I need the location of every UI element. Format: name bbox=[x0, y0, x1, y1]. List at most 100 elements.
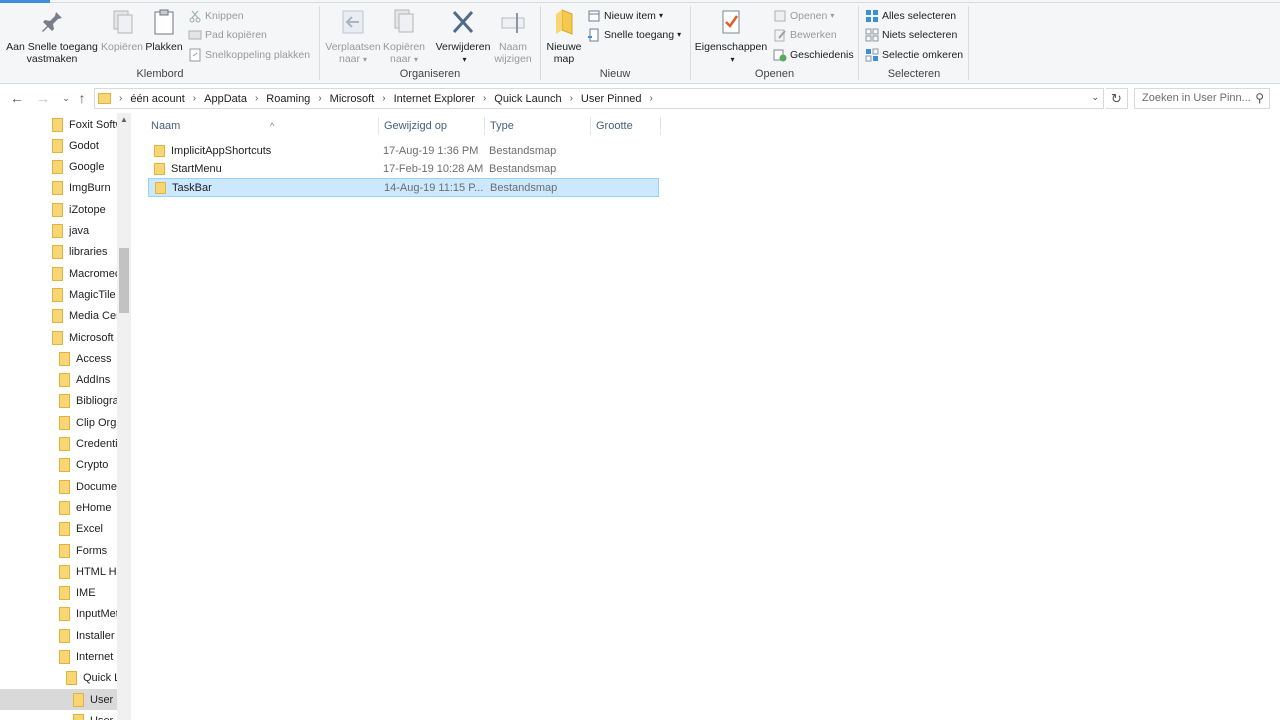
folder-icon bbox=[98, 93, 111, 104]
chevron-right-icon[interactable]: › bbox=[483, 93, 486, 104]
chevron-right-icon[interactable]: › bbox=[649, 93, 652, 104]
edit-button[interactable]: Bewerken bbox=[773, 26, 837, 44]
breadcrumb-item[interactable]: User Pinned bbox=[581, 93, 642, 105]
file-modified: 17-Aug-19 1:36 PM bbox=[383, 144, 479, 157]
folder-icon bbox=[52, 330, 63, 345]
breadcrumb-item[interactable]: Microsoft bbox=[330, 93, 375, 105]
address-dropdown-chevron-icon[interactable]: ⌄ bbox=[1091, 92, 1099, 103]
move-to-button[interactable]: Verplaatsen naar ▾ bbox=[322, 6, 384, 66]
nav-tree-item[interactable]: Quick L bbox=[66, 668, 117, 689]
breadcrumb-item[interactable]: AppData bbox=[204, 93, 247, 105]
nav-tree-item[interactable]: Excel bbox=[59, 519, 117, 540]
nav-tree-item[interactable]: Clip Orga bbox=[59, 412, 117, 433]
select-group-label: Selecteren bbox=[887, 68, 941, 80]
nav-tree-item[interactable]: Internet E bbox=[59, 647, 117, 668]
breadcrumb-item[interactable]: één acount bbox=[130, 93, 184, 105]
nav-scrollbar-thumb[interactable] bbox=[119, 248, 129, 313]
chevron-right-icon[interactable]: › bbox=[255, 93, 258, 104]
file-row[interactable]: ImplicitAppShortcuts 17-Aug-19 1:36 PM Bes… bbox=[148, 141, 659, 160]
refresh-icon[interactable]: ↻ bbox=[1106, 88, 1128, 109]
paste-button[interactable]: Plakken bbox=[142, 6, 186, 53]
back-arrow-icon[interactable]: ← bbox=[9, 90, 25, 106]
nav-tree-item[interactable]: Google bbox=[52, 157, 117, 178]
column-header-modified[interactable]: Gewijzigd op bbox=[379, 117, 485, 135]
properties-button[interactable]: Eigenschappen ▾ bbox=[693, 6, 769, 66]
pin-icon bbox=[42, 12, 62, 32]
breadcrumb-item[interactable]: Internet Explorer bbox=[394, 93, 475, 105]
nav-tree-item[interactable]: MagicTile bbox=[52, 284, 117, 305]
chevron-right-icon[interactable]: › bbox=[382, 93, 385, 104]
new-item-button[interactable]: Nieuw item ▾ bbox=[587, 7, 663, 25]
paste-shortcut-button[interactable]: Snelkoppeling plakken bbox=[188, 46, 310, 64]
nav-tree-item-label: Media Cer bbox=[69, 310, 117, 323]
nav-tree-item[interactable]: Documer bbox=[59, 476, 117, 497]
nav-tree-item[interactable]: java bbox=[52, 221, 117, 242]
folder-icon bbox=[59, 437, 70, 451]
navigation-pane: Foxit Softw Godot Google ImgBurn iZotope java… bbox=[0, 113, 131, 720]
column-header-name[interactable]: Naam ^ bbox=[146, 117, 379, 135]
nav-tree-item[interactable]: Bibliogra bbox=[59, 391, 117, 412]
select-none-button[interactable]: Niets selecteren bbox=[865, 26, 957, 44]
nav-tree-item[interactable]: Foxit Softw bbox=[52, 114, 117, 135]
invert-selection-button[interactable]: Selectie omkeren bbox=[865, 46, 963, 64]
chevron-right-icon[interactable]: › bbox=[193, 93, 196, 104]
new-folder-button[interactable]: Nieuwe map bbox=[543, 6, 585, 65]
nav-tree-item[interactable]: Access bbox=[59, 348, 117, 369]
delete-button[interactable]: Verwijderen ▾ bbox=[432, 6, 494, 66]
file-row[interactable]: TaskBar 14-Aug-19 11:15 P... Bestandsmap bbox=[148, 178, 659, 198]
nav-tree-item[interactable]: HTML He bbox=[59, 561, 117, 582]
nav-tree-item[interactable]: ImgBurn bbox=[52, 178, 117, 199]
nav-tree-item[interactable]: Godot bbox=[52, 135, 117, 156]
pin-quick-access-button[interactable]: Aan Snelle toegang vastmaken bbox=[4, 6, 100, 65]
new-group-label: Nieuw bbox=[599, 68, 631, 80]
file-type: Bestandsmap bbox=[490, 181, 558, 194]
select-all-button[interactable]: Alles selecteren bbox=[865, 7, 956, 25]
nav-tree-item-label: MagicTile bbox=[69, 288, 116, 301]
nav-tree-item[interactable]: eHome bbox=[59, 497, 117, 518]
breadcrumb-item[interactable]: Roaming bbox=[266, 93, 310, 105]
breadcrumb-item[interactable]: Quick Launch bbox=[494, 93, 561, 105]
copy-to-button[interactable]: Kopiëren naar ▾ bbox=[382, 6, 426, 66]
nav-tree-item[interactable]: libraries bbox=[52, 242, 117, 263]
easy-access-button[interactable]: Snelle toegang ▾ bbox=[587, 26, 681, 44]
nav-tree-item[interactable]: Media Cer bbox=[52, 306, 117, 327]
file-row[interactable]: StartMenu 17-Feb-19 10:28 AM Bestandsmap bbox=[148, 160, 659, 179]
nav-tree-item[interactable]: iZotope bbox=[52, 199, 117, 220]
column-header-size[interactable]: Grootte bbox=[591, 117, 661, 135]
nav-scrollbar[interactable]: ▲ bbox=[117, 113, 130, 720]
scroll-up-arrow-icon[interactable]: ▲ bbox=[117, 115, 130, 127]
nav-tree-item[interactable]: IME bbox=[59, 583, 117, 604]
copy-button[interactable]: Kopiëren bbox=[100, 6, 144, 53]
nav-tree-item-label: User P bbox=[90, 693, 117, 706]
rename-button[interactable]: Naam wijzigen bbox=[490, 6, 536, 65]
scissors-icon bbox=[189, 10, 201, 23]
open-button[interactable]: Openen ▾ bbox=[773, 7, 834, 25]
chevron-right-icon[interactable]: › bbox=[570, 93, 573, 104]
nav-tree-item[interactable]: Credentia bbox=[59, 434, 117, 455]
nav-tree-item[interactable]: User Pi bbox=[73, 710, 117, 720]
nav-tree-item[interactable]: Forms bbox=[59, 540, 117, 561]
recent-locations-chevron-icon[interactable]: ⌄ bbox=[58, 90, 74, 106]
copy-path-button[interactable]: Pad kopiëren bbox=[188, 26, 267, 44]
nav-tree-item[interactable]: Crypto bbox=[59, 455, 117, 476]
nav-tree-item-label: Foxit Softw bbox=[69, 118, 117, 131]
cut-button[interactable]: Knippen bbox=[188, 7, 244, 25]
delete-x-icon bbox=[452, 10, 474, 34]
nav-tree-item[interactable]: InputMet bbox=[59, 604, 117, 625]
up-arrow-icon[interactable]: ↑ bbox=[74, 90, 90, 106]
file-list: Naam ^ Gewijzigd op Type Grootte Implici… bbox=[132, 113, 1280, 720]
history-button[interactable]: Geschiedenis bbox=[773, 46, 854, 64]
folder-icon bbox=[59, 586, 70, 601]
nav-tree-item[interactable]: AddIns bbox=[59, 370, 117, 391]
column-header-type[interactable]: Type bbox=[485, 117, 591, 135]
folder-icon bbox=[52, 224, 63, 238]
nav-tree-item-label: Clip Orga bbox=[76, 416, 117, 429]
search-input[interactable]: Zoeken in User Pinn... ⚲ bbox=[1134, 88, 1270, 109]
nav-tree-item[interactable]: Installer bbox=[59, 625, 117, 646]
chevron-right-icon[interactable]: › bbox=[318, 93, 321, 104]
forward-arrow-icon[interactable]: → bbox=[35, 90, 51, 106]
address-bar[interactable]: › één acount › AppData › Roaming › Micro… bbox=[94, 88, 1104, 109]
nav-tree-item[interactable]: Microsoft bbox=[52, 327, 117, 348]
nav-tree-item[interactable]: User P bbox=[0, 689, 117, 711]
nav-tree-item[interactable]: Macromec bbox=[52, 263, 117, 284]
